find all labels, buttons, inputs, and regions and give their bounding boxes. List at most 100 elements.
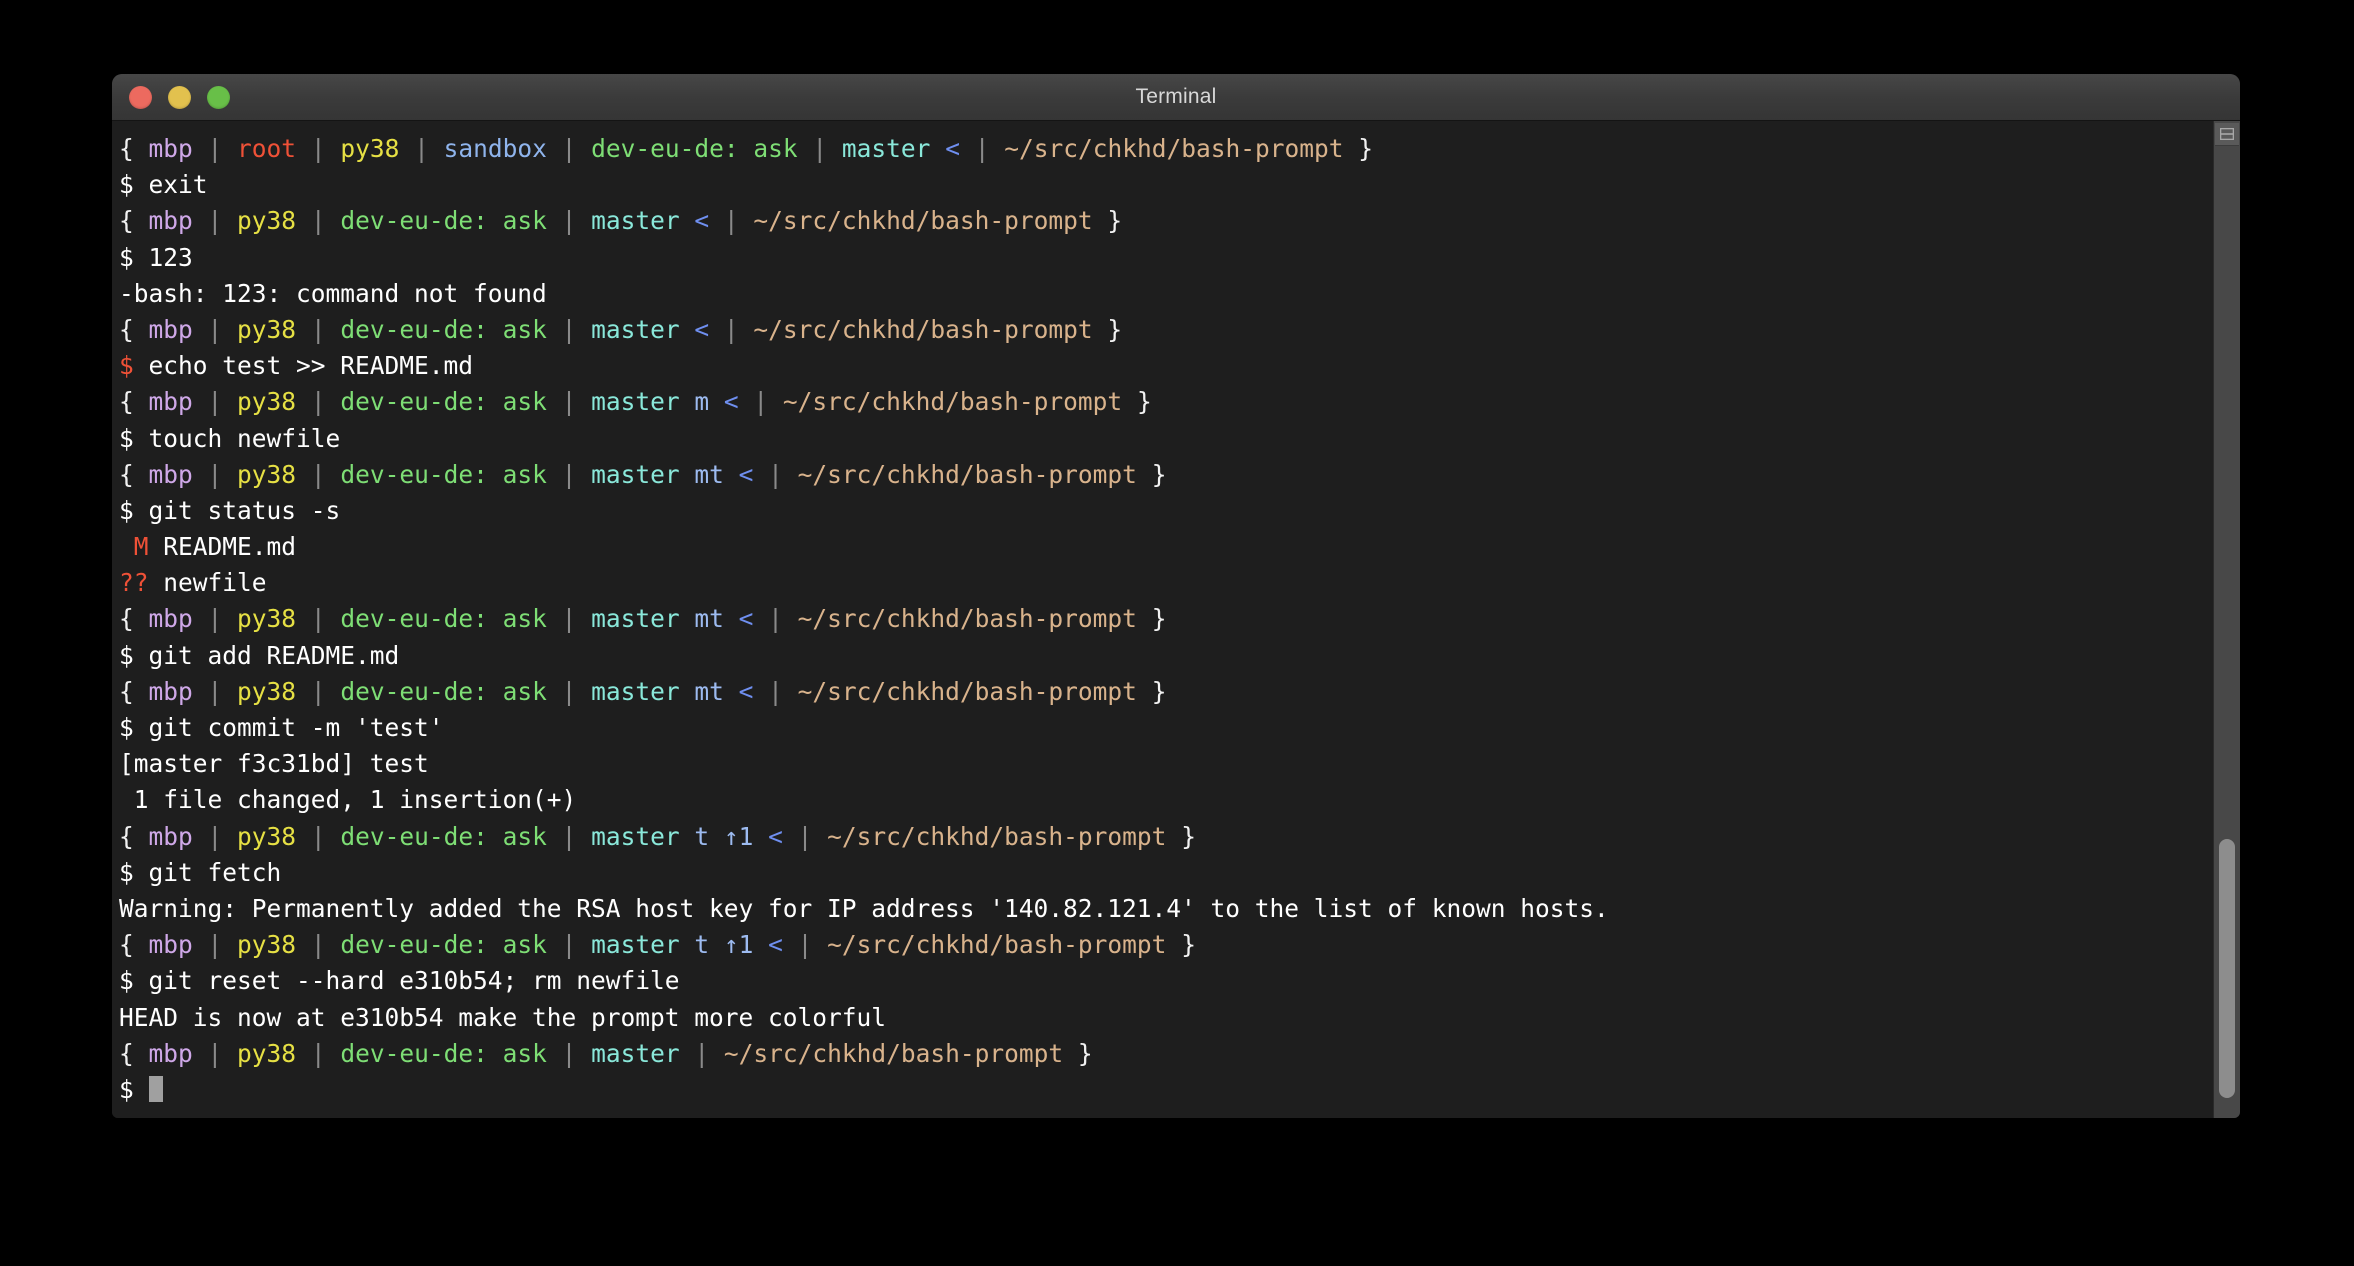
output-line: 1 file changed, 1 insertion(+) bbox=[119, 782, 2213, 818]
prompt-separator: | bbox=[753, 604, 797, 633]
prompt-git-branch: master bbox=[591, 604, 680, 633]
window-titlebar[interactable]: Terminal bbox=[112, 74, 2240, 121]
output-text: 1 file changed, 1 insertion(+) bbox=[119, 785, 576, 814]
prompt-line: { mbp | py38 | dev-eu-de: ask | master m… bbox=[119, 457, 2213, 493]
prompt-close-brace: } bbox=[1093, 206, 1123, 235]
prompt-sigil: $ bbox=[119, 641, 149, 670]
prompt-sigil: $ bbox=[119, 351, 149, 380]
prompt-git-arrow: < bbox=[724, 677, 754, 706]
command-line[interactable]: $ git add README.md bbox=[119, 638, 2213, 674]
command-line[interactable]: $ git commit -m 'test' bbox=[119, 710, 2213, 746]
command-line[interactable]: $ git fetch bbox=[119, 855, 2213, 891]
prompt-separator: | bbox=[296, 387, 340, 416]
prompt-separator: | bbox=[547, 930, 591, 959]
prompt-separator: | bbox=[547, 387, 591, 416]
output-line: HEAD is now at e310b54 make the prompt m… bbox=[119, 1000, 2213, 1036]
output-line: [master f3c31bd] test bbox=[119, 746, 2213, 782]
command-line[interactable]: $ touch newfile bbox=[119, 421, 2213, 457]
prompt-line: { mbp | py38 | dev-eu-de: ask | master m… bbox=[119, 384, 2213, 420]
scrollbar-thumb[interactable] bbox=[2219, 839, 2235, 1098]
prompt-open-brace: { bbox=[119, 460, 149, 489]
terminal-scrollbar[interactable] bbox=[2213, 121, 2240, 1118]
prompt-separator: | bbox=[753, 677, 797, 706]
command-line[interactable]: $ echo test >> README.md bbox=[119, 348, 2213, 384]
output-line: -bash: 123: command not found bbox=[119, 276, 2213, 312]
screenshot-root: Terminal { mbp | root | py38 | sandbox |… bbox=[0, 0, 2354, 1266]
prompt-separator: | bbox=[960, 134, 1004, 163]
prompt-separator: | bbox=[547, 460, 591, 489]
prompt-k8s-context: dev-eu-de: ask bbox=[340, 822, 547, 851]
command-line[interactable]: $ 123 bbox=[119, 240, 2213, 276]
prompt-open-brace: { bbox=[119, 387, 149, 416]
prompt-git-arrow: < bbox=[930, 134, 960, 163]
prompt-k8s-context: dev-eu-de: ask bbox=[340, 206, 547, 235]
prompt-git-branch: master bbox=[591, 315, 680, 344]
prompt-venv: py38 bbox=[237, 460, 296, 489]
command-text: touch newfile bbox=[149, 424, 341, 453]
prompt-separator: | bbox=[798, 134, 842, 163]
prompt-path: ~/src/chkhd/bash-prompt bbox=[724, 1039, 1063, 1068]
zoom-button[interactable] bbox=[207, 86, 230, 109]
prompt-line: { mbp | py38 | dev-eu-de: ask | master t… bbox=[119, 927, 2213, 963]
prompt-k8s-context: dev-eu-de: ask bbox=[340, 677, 547, 706]
prompt-git-arrow: < bbox=[753, 930, 783, 959]
prompt-venv: py38 bbox=[237, 822, 296, 851]
prompt-separator: | bbox=[296, 604, 340, 633]
prompt-separator: | bbox=[547, 677, 591, 706]
prompt-sigil: $ bbox=[119, 858, 149, 887]
command-text: exit bbox=[149, 170, 208, 199]
command-line[interactable]: $ bbox=[119, 1072, 2213, 1108]
prompt-separator: | bbox=[296, 1039, 340, 1068]
prompt-close-brace: } bbox=[1122, 387, 1152, 416]
prompt-separator: | bbox=[296, 315, 340, 344]
terminal-screen[interactable]: { mbp | root | py38 | sandbox | dev-eu-d… bbox=[112, 121, 2213, 1118]
prompt-line: { mbp | py38 | dev-eu-de: ask | master |… bbox=[119, 1036, 2213, 1072]
prompt-separator: | bbox=[296, 822, 340, 851]
prompt-venv: py38 bbox=[340, 134, 399, 163]
minimize-button[interactable] bbox=[168, 86, 191, 109]
prompt-host: mbp bbox=[149, 1039, 193, 1068]
git-status-row: M README.md bbox=[119, 529, 2213, 565]
prompt-git-flags: t ↑1 bbox=[680, 822, 754, 851]
prompt-git-arrow: < bbox=[680, 206, 710, 235]
prompt-venv: py38 bbox=[237, 604, 296, 633]
prompt-separator: | bbox=[296, 134, 340, 163]
prompt-k8s-context: dev-eu-de: ask bbox=[340, 604, 547, 633]
close-button[interactable] bbox=[129, 86, 152, 109]
prompt-sigil: $ bbox=[119, 713, 149, 742]
prompt-separator: | bbox=[193, 460, 237, 489]
prompt-k8s-context: dev-eu-de: ask bbox=[340, 315, 547, 344]
prompt-path: ~/src/chkhd/bash-prompt bbox=[753, 315, 1092, 344]
prompt-open-brace: { bbox=[119, 134, 149, 163]
prompt-separator: | bbox=[547, 134, 591, 163]
split-pane-icon[interactable] bbox=[2215, 123, 2239, 146]
prompt-sigil: $ bbox=[119, 243, 149, 272]
output-text: HEAD is now at e310b54 make the prompt m… bbox=[119, 1003, 886, 1032]
prompt-separator: | bbox=[399, 134, 443, 163]
prompt-close-brace: } bbox=[1063, 1039, 1093, 1068]
prompt-close-brace: } bbox=[1093, 315, 1123, 344]
prompt-venv: py38 bbox=[237, 1039, 296, 1068]
prompt-separator: | bbox=[193, 822, 237, 851]
prompt-venv: py38 bbox=[237, 387, 296, 416]
prompt-line: { mbp | py38 | dev-eu-de: ask | master m… bbox=[119, 674, 2213, 710]
prompt-git-branch: master bbox=[591, 206, 680, 235]
prompt-git-branch: master bbox=[591, 822, 680, 851]
prompt-path: ~/src/chkhd/bash-prompt bbox=[798, 460, 1137, 489]
prompt-line: { mbp | py38 | dev-eu-de: ask | master <… bbox=[119, 312, 2213, 348]
prompt-close-brace: } bbox=[1137, 460, 1167, 489]
prompt-k8s-context: dev-eu-de: ask bbox=[340, 387, 547, 416]
prompt-path: ~/src/chkhd/bash-prompt bbox=[827, 930, 1166, 959]
prompt-separator: | bbox=[547, 822, 591, 851]
command-line[interactable]: $ exit bbox=[119, 167, 2213, 203]
prompt-git-branch: master bbox=[591, 677, 680, 706]
command-line[interactable]: $ git status -s bbox=[119, 493, 2213, 529]
prompt-separator: | bbox=[753, 460, 797, 489]
prompt-separator: | bbox=[709, 315, 753, 344]
command-line[interactable]: $ git reset --hard e310b54; rm newfile bbox=[119, 963, 2213, 999]
window-controls bbox=[129, 86, 230, 109]
output-text: -bash: 123: command not found bbox=[119, 279, 547, 308]
prompt-separator: | bbox=[193, 315, 237, 344]
prompt-close-brace: } bbox=[1166, 930, 1196, 959]
prompt-path: ~/src/chkhd/bash-prompt bbox=[783, 387, 1122, 416]
